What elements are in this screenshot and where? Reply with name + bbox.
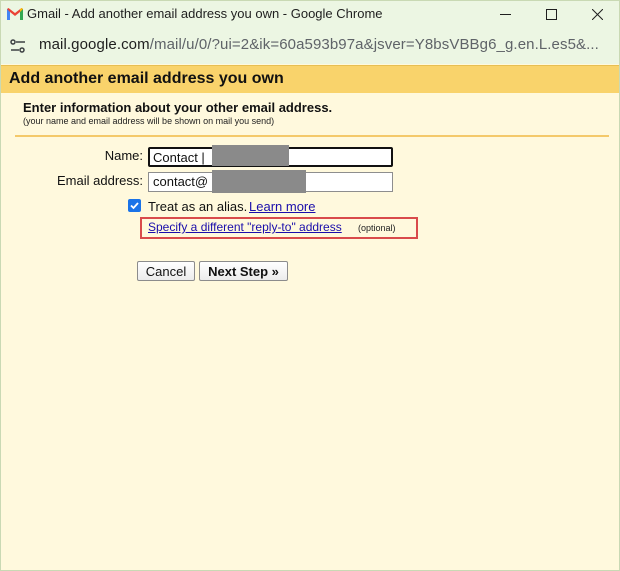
alias-label: Treat as an alias. [148, 199, 248, 214]
site-info-icon[interactable] [9, 37, 27, 55]
next-step-button[interactable]: Next Step » [199, 261, 288, 281]
optional-label: (optional) [358, 223, 396, 233]
url-path: /mail/u/0/?ui=2&ik=60a593b97a&jsver=Y8bs… [149, 36, 599, 53]
address-bar: mail.google.com/mail/u/0/?ui=2&ik=60a593… [1, 28, 619, 64]
title-bar: Gmail - Add another email address you ow… [1, 1, 619, 28]
browser-window: Gmail - Add another email address you ow… [0, 0, 620, 571]
dialog-title: Add another email address you own [9, 70, 284, 87]
alias-checkbox[interactable] [128, 199, 141, 212]
redacted-name-block [212, 145, 289, 166]
name-label: Name: [104, 148, 143, 163]
minimize-button[interactable] [485, 1, 525, 28]
cancel-button[interactable]: Cancel [137, 261, 195, 281]
dialog-content: Enter information about your other email… [1, 93, 619, 570]
minimize-icon [499, 14, 511, 15]
redacted-email-block [212, 170, 306, 193]
checkmark-icon [130, 202, 139, 210]
window-title: Gmail - Add another email address you ow… [27, 6, 383, 21]
intro-title: Enter information about your other email… [23, 100, 333, 115]
maximize-icon [545, 9, 557, 20]
email-label: Email address: [57, 173, 143, 188]
divider [15, 135, 609, 137]
close-button[interactable] [577, 1, 617, 28]
url-field[interactable]: mail.google.com/mail/u/0/?ui=2&ik=60a593… [39, 36, 599, 53]
maximize-button[interactable] [531, 1, 571, 28]
reply-to-link[interactable]: Specify a different "reply-to" address [148, 220, 342, 234]
close-icon [591, 9, 603, 20]
url-host: mail.google.com [39, 36, 150, 53]
gmail-logo-icon [7, 8, 23, 20]
learn-more-link[interactable]: Learn more [249, 199, 315, 214]
intro-subtitle: (your name and email address will be sho… [23, 116, 275, 126]
dialog-header: Add another email address you own [1, 65, 619, 93]
